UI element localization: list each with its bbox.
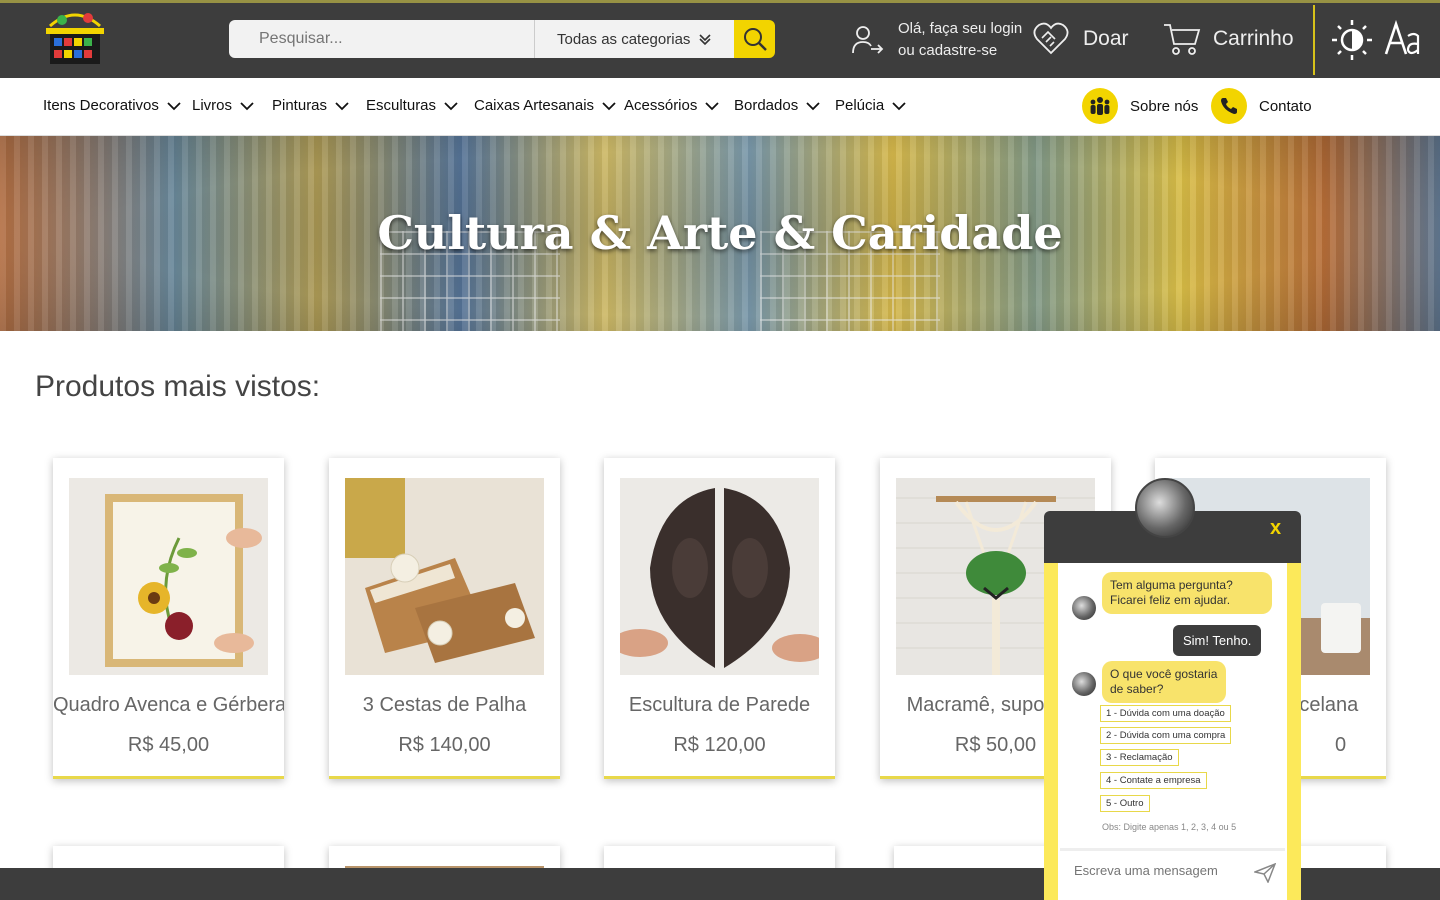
contact-label: Contato <box>1259 97 1312 115</box>
nav-item-label: Caixas Artesanais <box>474 97 595 114</box>
login-line1: Olá, faça seu login <box>898 20 1023 37</box>
product-image <box>69 478 268 675</box>
chat-option[interactable]: 3 - Reclamação <box>1100 749 1179 766</box>
nav-item-pinturas[interactable]: Pinturas <box>272 97 349 114</box>
product-price: R$ 120,00 <box>673 734 766 756</box>
chat-hint: Obs: Digite apenas 1, 2, 3, 4 ou 5 <box>1102 822 1237 832</box>
chat-avatar <box>1135 478 1195 538</box>
search-button[interactable] <box>734 20 775 58</box>
nav-item-itens-decorativos[interactable]: Itens Decorativos <box>43 97 181 114</box>
send-icon[interactable] <box>1254 863 1276 883</box>
chat-option[interactable]: 4 - Contate a empresa <box>1100 772 1207 789</box>
chevron-down-icon <box>167 101 181 110</box>
category-nav: Itens Decorativos Livros Pinturas Escult… <box>0 78 1440 136</box>
product-price: R$ 140,00 <box>398 734 491 756</box>
cart-label: Carrinho <box>1213 27 1294 50</box>
user-message: Sim! Tenho. <box>1173 625 1262 656</box>
product-name: Escultura de Parede <box>628 694 811 716</box>
banner-title: Cultura & Arte & Caridade <box>377 206 1063 260</box>
login-link[interactable]: Olá, faça seu login ou cadastre-se <box>852 18 1022 62</box>
product-image <box>620 478 819 675</box>
contact-link[interactable]: Contato <box>1211 88 1312 124</box>
product-card[interactable]: 3 Cestas de Palha R$ 140,00 <box>329 458 560 779</box>
nav-item-label: Esculturas <box>366 97 437 114</box>
chevron-down-icon <box>705 101 719 110</box>
category-select[interactable]: Todas as categorias <box>534 20 734 58</box>
product-card[interactable]: Quadro Avenca e Gérbera R$ 45,00 <box>53 458 284 779</box>
nav-item-bordados[interactable]: Bordados <box>734 97 820 114</box>
chevron-down-icon <box>602 101 616 110</box>
chat-option[interactable]: 2 - Dúvida com uma compra <box>1100 727 1232 744</box>
nav-item-pelucia[interactable]: Pelúcia <box>835 97 906 114</box>
bot-message: Tem alguma pergunta? Ficarei feliz em aj… <box>1102 572 1272 614</box>
cart-link[interactable]: Carrinho <box>1163 22 1294 56</box>
hero-banner: Cultura & Arte & Caridade <box>0 136 1440 331</box>
product-price: R$ 45,00 <box>127 734 210 756</box>
font-size-icon[interactable] <box>1384 19 1422 61</box>
chevron-down-icon <box>335 101 349 110</box>
phone-icon <box>1211 88 1247 124</box>
nav-item-label: Livros <box>192 97 233 114</box>
donate-label: Doar <box>1083 27 1129 50</box>
product-name: 3 Cestas de Palha <box>362 694 527 716</box>
product-image <box>345 478 544 675</box>
handshake-heart-icon <box>1033 22 1069 55</box>
chat-widget: x Tem alguma pergunta? Ficarei feliz em … <box>1044 478 1301 900</box>
nav-item-caixas-artesanais[interactable]: Caixas Artesanais <box>474 97 616 114</box>
section-title: Produtos mais vistos: <box>35 370 321 403</box>
chat-message-input[interactable] <box>1074 863 1244 878</box>
nav-item-acessorios[interactable]: Acessórios <box>624 97 719 114</box>
chevron-down-icon <box>892 101 906 110</box>
chat-input-area <box>1060 848 1285 900</box>
people-icon <box>1082 88 1118 124</box>
search-icon <box>743 28 767 51</box>
chevron-down-icon <box>699 34 711 46</box>
login-line2: ou cadastre-se <box>898 42 998 59</box>
category-select-label: Todas as categorias <box>557 30 691 48</box>
chat-option[interactable]: 5 - Outro <box>1100 795 1150 812</box>
chevron-down-icon <box>240 101 254 110</box>
about-link[interactable]: Sobre nós <box>1082 88 1198 124</box>
bot-message: O que você gostaria de saber? <box>1102 661 1226 703</box>
product-card[interactable]: Escultura de Parede R$ 120,00 <box>604 458 835 779</box>
chevron-down-icon <box>444 101 458 110</box>
chevron-down-icon <box>806 101 820 110</box>
contrast-toggle-icon[interactable] <box>1330 18 1374 67</box>
header-divider <box>1313 5 1315 75</box>
search-bar: Todas as categorias <box>229 20 775 58</box>
donate-link[interactable]: Doar <box>1033 22 1129 56</box>
bot-avatar <box>1072 596 1096 620</box>
cart-icon <box>1164 24 1201 55</box>
search-input[interactable] <box>229 20 534 58</box>
header-accent-line <box>0 0 1440 3</box>
nav-item-esculturas[interactable]: Esculturas <box>366 97 458 114</box>
nav-item-label: Bordados <box>734 97 799 114</box>
nav-item-label: Itens Decorativos <box>43 97 159 114</box>
nav-item-livros[interactable]: Livros <box>192 97 254 114</box>
basket-logo-icon[interactable] <box>40 8 110 68</box>
nav-item-label: Pinturas <box>272 97 328 114</box>
bot-avatar <box>1072 672 1096 696</box>
nav-item-label: Acessórios <box>624 97 698 114</box>
chat-close-button[interactable]: x <box>1270 517 1281 540</box>
chat-option[interactable]: 1 - Dúvida com uma doação <box>1100 705 1231 722</box>
top-header: Todas as categorias Olá, faça seu login … <box>0 0 1440 78</box>
user-login-icon <box>852 26 884 54</box>
nav-item-label: Pelúcia <box>835 97 885 114</box>
about-label: Sobre nós <box>1130 97 1199 115</box>
product-name: Quadro Avenca e Gérbera <box>53 694 284 716</box>
